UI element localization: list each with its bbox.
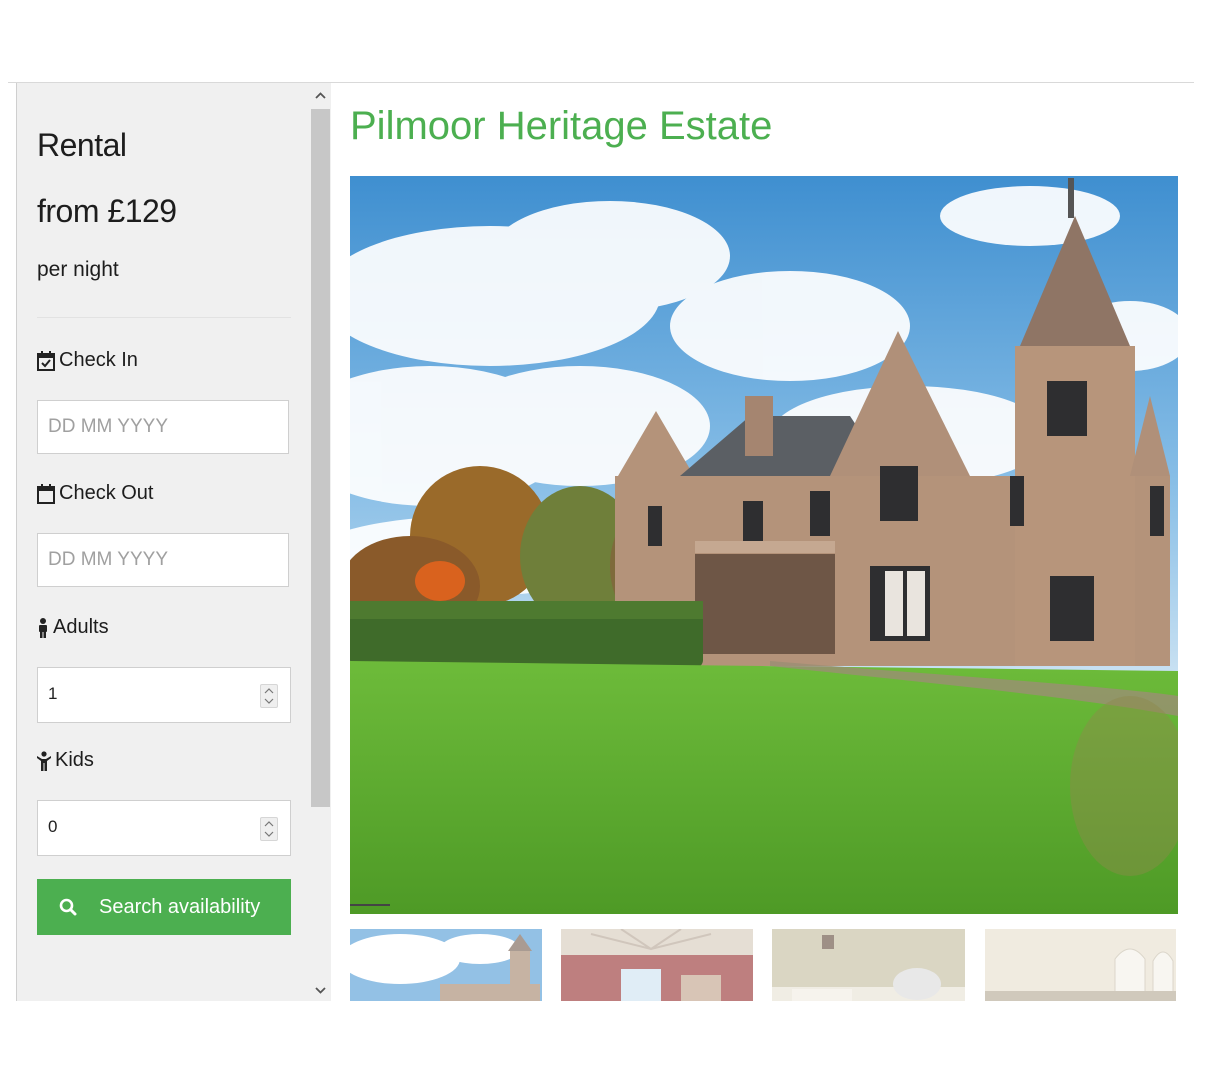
- rental-label: Rental: [37, 127, 127, 163]
- price-from: from £129: [37, 193, 177, 229]
- price-unit: per night: [37, 258, 119, 281]
- check-in-input[interactable]: [37, 400, 289, 454]
- property-title: Pilmoor Heritage Estate: [350, 104, 773, 148]
- thumbnail-exterior[interactable]: [350, 929, 542, 1001]
- search-availability-button[interactable]: Search availability: [37, 879, 291, 935]
- thumbnail-strip: [350, 929, 1178, 1001]
- booking-sidebar: Rental from £129 per night Check In DD M…: [16, 83, 331, 1001]
- adults-spinner[interactable]: [260, 684, 278, 708]
- scroll-up-icon[interactable]: [311, 87, 330, 105]
- chevron-down-icon[interactable]: [264, 830, 274, 838]
- check-out-label: Check Out: [37, 482, 153, 505]
- price-divider: [37, 317, 291, 318]
- check-out-input[interactable]: [37, 533, 289, 587]
- chevron-up-icon[interactable]: [264, 820, 274, 828]
- check-out-label-text: Check Out: [59, 482, 154, 504]
- calendar-check-icon: [37, 350, 55, 371]
- slide-progress: [350, 904, 390, 906]
- kids-label: Kids: [37, 749, 94, 772]
- kids-label-text: Kids: [55, 749, 94, 771]
- kids-stepper[interactable]: 0: [37, 800, 291, 856]
- kids-value[interactable]: 0: [48, 817, 57, 837]
- thumbnail-overlay: [561, 929, 753, 1001]
- adults-stepper[interactable]: 1: [37, 667, 291, 723]
- thumbnail-overlay: [350, 929, 542, 1001]
- adults-value[interactable]: 1: [48, 684, 57, 704]
- sidebar-scrollbar[interactable]: [311, 83, 330, 1001]
- adults-label: Adults: [37, 616, 109, 639]
- child-icon: [37, 750, 51, 771]
- search-icon: [59, 898, 77, 916]
- adults-label-text: Adults: [53, 616, 109, 638]
- kids-spinner[interactable]: [260, 817, 278, 841]
- male-icon: [39, 617, 47, 638]
- thumbnail-hall[interactable]: [985, 929, 1176, 1001]
- scroll-down-icon[interactable]: [311, 981, 330, 999]
- thumbnail-overlay: [772, 929, 965, 1001]
- scroll-thumb[interactable]: [311, 109, 330, 807]
- check-in-label: Check In: [37, 349, 138, 372]
- chevron-up-icon[interactable]: [264, 687, 274, 695]
- check-in-label-text: Check In: [59, 349, 138, 371]
- thumbnail-dining-room[interactable]: [561, 929, 753, 1001]
- thumbnail-overlay: [985, 929, 1176, 1001]
- estate-photo: [350, 176, 1178, 914]
- calendar-icon: [37, 483, 55, 504]
- hero-photo[interactable]: [350, 176, 1178, 914]
- chevron-down-icon[interactable]: [264, 697, 274, 705]
- search-availability-label: Search availability: [99, 895, 261, 918]
- thumbnail-bedroom[interactable]: [772, 929, 965, 1001]
